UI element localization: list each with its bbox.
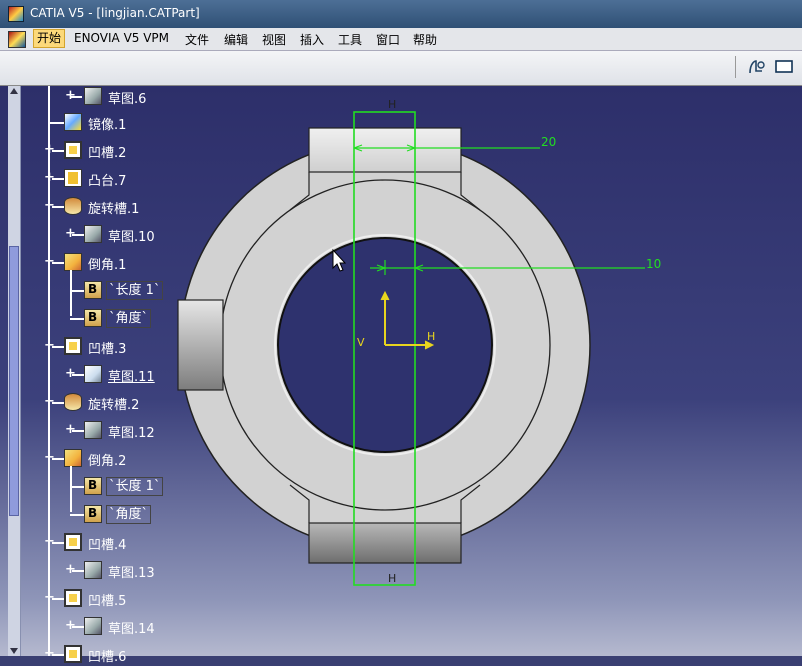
tree-item-label: `长度 1` <box>106 477 164 496</box>
sketch-active-icon <box>84 365 102 383</box>
specification-tree: + 草图.6 镜像.1 + 凹槽.2 + 凸台.7 − 旋转槽.1 + 草图.1… <box>20 86 190 665</box>
bottom-boss <box>308 522 462 564</box>
tree-item-label: 草图.12 <box>108 426 155 441</box>
constraint-tool-icon[interactable] <box>746 57 766 77</box>
sketch-icon <box>84 421 102 439</box>
pocket-icon <box>64 533 82 551</box>
menu-edit[interactable]: 编辑 <box>224 31 248 48</box>
pocket-icon <box>64 141 82 159</box>
parameter-icon <box>84 281 102 299</box>
sketch-icon <box>84 561 102 579</box>
axis-v-label: V <box>357 336 365 349</box>
groove-icon <box>64 197 82 215</box>
parameter-icon <box>84 477 102 495</box>
menu-tools[interactable]: 工具 <box>338 31 362 48</box>
tree-item-label: 凹槽.3 <box>88 342 127 357</box>
groove-icon <box>64 393 82 411</box>
sketch-icon <box>84 87 102 105</box>
toolbar <box>0 51 802 86</box>
sketch-icon <box>84 225 102 243</box>
toolbar-separator <box>735 56 736 78</box>
pocket-icon <box>64 645 82 663</box>
chamfer-icon <box>64 253 82 271</box>
dimension-20-label[interactable]: 20 <box>541 135 556 149</box>
tree-item-label: 草图.13 <box>108 566 155 581</box>
tree-item-label: 旋转槽.1 <box>88 202 140 217</box>
pocket-icon <box>64 589 82 607</box>
constraint-bottom-label: H <box>388 572 396 585</box>
tree-item-label: 凹槽.2 <box>88 146 127 161</box>
top-boss <box>308 127 462 173</box>
tree-item-label: 凹槽.4 <box>88 538 127 553</box>
tree-item-label: 倒角.2 <box>88 454 127 469</box>
scroll-thumb[interactable] <box>9 246 19 516</box>
tree-item-label: 草图.11 <box>108 370 155 385</box>
tree-item-label: 倒角.1 <box>88 258 127 273</box>
chamfer-icon <box>64 449 82 467</box>
tree-item-label: 凹槽.5 <box>88 594 127 609</box>
menu-insert[interactable]: 插入 <box>300 31 324 48</box>
tree-item-label: `角度` <box>106 505 152 524</box>
pocket-icon <box>64 337 82 355</box>
tree-item-label: 镜像.1 <box>88 118 127 133</box>
scroll-down-arrow-icon[interactable] <box>10 648 18 654</box>
pad-icon <box>64 169 82 187</box>
parameter-icon <box>84 505 102 523</box>
parameter-icon <box>84 309 102 327</box>
mirror-icon <box>64 113 82 131</box>
tree-item-label: 草图.6 <box>108 92 147 107</box>
constraint-top-label: H <box>388 98 396 111</box>
catia-app-icon[interactable] <box>8 6 24 22</box>
sketch-icon <box>84 617 102 635</box>
tree-item-label: 草图.10 <box>108 230 155 245</box>
menu-bar: 开始 ENOVIA V5 VPM 文件 编辑 视图 插入 工具 窗口 帮助 <box>0 28 802 51</box>
axis-h-label: H <box>427 330 435 343</box>
window-title: CATIA V5 - [lingjian.CATPart] <box>30 6 200 20</box>
dimension-10-label[interactable]: 10 <box>646 257 661 271</box>
title-bar: CATIA V5 - [lingjian.CATPart] <box>0 0 802 28</box>
tree-item-label: 旋转槽.2 <box>88 398 140 413</box>
menu-file[interactable]: 文件 <box>185 31 209 48</box>
menu-window[interactable]: 窗口 <box>376 31 400 48</box>
menu-start[interactable]: 开始 <box>33 29 66 48</box>
tree-item-label: 草图.14 <box>108 622 155 637</box>
tree-item-label: `长度 1` <box>106 281 164 300</box>
rectangle-tool-icon[interactable] <box>774 57 794 77</box>
tree-item-label: 凸台.7 <box>88 174 127 189</box>
menu-view[interactable]: 视图 <box>262 31 286 48</box>
menu-help[interactable]: 帮助 <box>413 31 437 48</box>
catia-logo-icon[interactable] <box>8 31 26 48</box>
menu-enovia[interactable]: ENOVIA V5 VPM <box>74 31 169 45</box>
scroll-up-arrow-icon[interactable] <box>10 88 18 94</box>
tree-item-label: `角度` <box>106 309 152 328</box>
